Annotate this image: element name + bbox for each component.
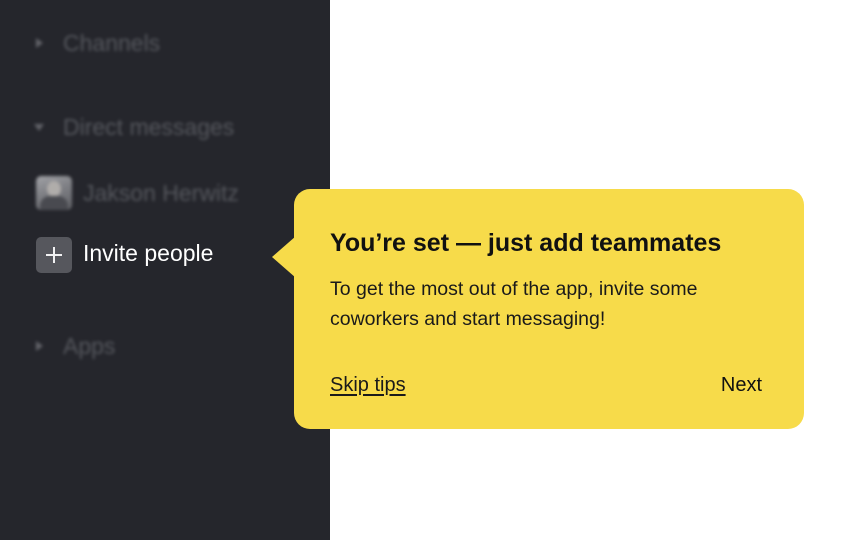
sidebar-section-label: Channels: [63, 29, 161, 56]
dm-name-label: Jakson Herwitz: [83, 179, 239, 206]
tooltip-pointer: [272, 236, 296, 278]
tooltip-title: You’re set — just add teammates: [330, 229, 722, 257]
sidebar-section-label: Apps: [63, 332, 116, 359]
sidebar-section-label: Direct messages: [63, 113, 235, 140]
sidebar-section-channels[interactable]: Channels: [0, 23, 330, 63]
caret-right-icon: [36, 38, 43, 48]
avatar-body-shape: [40, 196, 68, 210]
sidebar-section-apps[interactable]: Apps: [0, 326, 330, 366]
invite-people-label: Invite people: [83, 240, 214, 266]
caret-right-icon: [36, 341, 43, 351]
skip-tips-link[interactable]: Skip tips: [330, 374, 406, 397]
avatar: [36, 176, 72, 210]
app-window: Channels Direct messages Jakson Herwitz …: [0, 0, 864, 540]
caret-down-icon: [34, 123, 44, 131]
tooltip-body: To get the most out of the app, invite s…: [330, 278, 698, 330]
next-button[interactable]: Next: [721, 374, 762, 397]
sidebar-item-dm-jakson-herwitz[interactable]: Jakson Herwitz: [0, 173, 330, 213]
avatar-head-shape: [47, 181, 61, 197]
sidebar-section-direct-messages[interactable]: Direct messages: [0, 107, 330, 147]
plus-icon: [36, 237, 72, 273]
onboarding-tooltip: You’re set — just add teammates To get t…: [294, 189, 804, 429]
